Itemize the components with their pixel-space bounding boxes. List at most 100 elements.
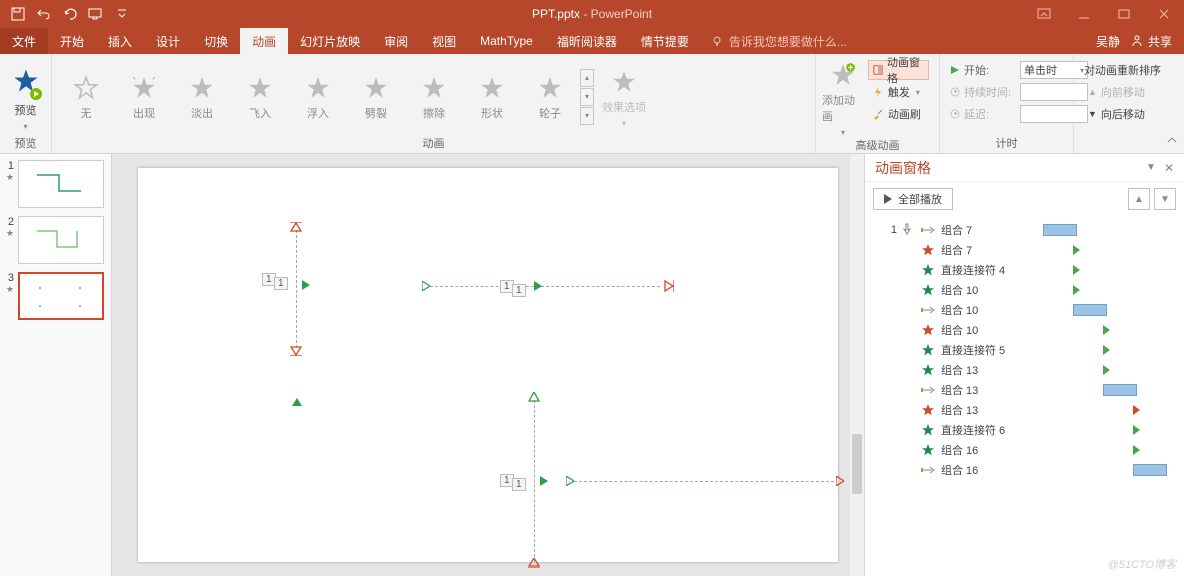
- thumb-canvas-1: [18, 160, 104, 208]
- animation-row[interactable]: 组合 7: [873, 240, 1176, 260]
- trigger-button[interactable]: 触发▾: [868, 82, 929, 102]
- move-up-button[interactable]: ▲: [1128, 188, 1150, 210]
- share-button[interactable]: 共享: [1130, 33, 1172, 50]
- tab-slideshow[interactable]: 幻灯片放映: [288, 28, 372, 54]
- animation-row[interactable]: 组合 10: [873, 280, 1176, 300]
- effect-options-button[interactable]: 效果选项 ▾: [596, 65, 652, 128]
- tab-design[interactable]: 设计: [144, 28, 192, 54]
- redo-button[interactable]: [58, 2, 82, 26]
- animation-pane-title: 动画窗格: [875, 158, 931, 178]
- undo-button[interactable]: [32, 2, 56, 26]
- move-earlier-button[interactable]: ▲向前移动: [1084, 82, 1161, 102]
- effect-name: 组合 16: [941, 442, 1031, 458]
- maximize-button[interactable]: [1104, 0, 1144, 28]
- anim-tag[interactable]: 1: [274, 277, 288, 290]
- timing-bar: [1043, 224, 1077, 236]
- vertical-scrollbar[interactable]: [850, 154, 864, 576]
- save-button[interactable]: [6, 2, 30, 26]
- effect-name: 组合 13: [941, 362, 1031, 378]
- anim-tag[interactable]: 1: [512, 284, 526, 297]
- scrollbar-thumb[interactable]: [852, 434, 862, 494]
- add-animation-button[interactable]: 添加动画 ▾: [822, 58, 864, 137]
- star-plus-icon: [830, 62, 856, 88]
- animation-row[interactable]: 组合 16: [873, 460, 1176, 480]
- slide-thumb-1[interactable]: 1★: [4, 160, 107, 208]
- tab-review[interactable]: 审阅: [372, 28, 420, 54]
- animation-pane: 动画窗格 ▼ ✕ 全部播放 ▲ ▼ 1组合 7组合 7直接连接符 4组合 10组…: [864, 154, 1184, 576]
- tabs-right: 吴静 共享: [1096, 28, 1184, 54]
- tab-insert[interactable]: 插入: [96, 28, 144, 54]
- ribbon: 预览 ▾ 预览 无 出现 淡出 飞入 浮入 劈裂 擦除 形状 轮子 ▴ ▾ ▾ …: [0, 54, 1184, 154]
- filename-text: PPT.pptx: [532, 7, 580, 21]
- animation-pane-button[interactable]: 动画窗格: [868, 60, 929, 80]
- qat-customize-icon[interactable]: [110, 2, 134, 26]
- animation-row[interactable]: 组合 10: [873, 300, 1176, 320]
- clock-icon: [950, 87, 960, 97]
- animation-row[interactable]: 组合 13: [873, 400, 1176, 420]
- anim-wheel[interactable]: 轮子: [522, 73, 578, 121]
- play-badge-icon: [30, 88, 42, 100]
- motion-path: [534, 400, 535, 562]
- tab-mathtype[interactable]: MathType: [468, 28, 545, 54]
- app-name-text: - PowerPoint: [583, 7, 652, 21]
- start-from-beginning-button[interactable]: [84, 2, 108, 26]
- animation-row[interactable]: 组合 16: [873, 440, 1176, 460]
- animation-row[interactable]: 直接连接符 4: [873, 260, 1176, 280]
- animation-row[interactable]: 组合 13: [873, 380, 1176, 400]
- gallery-down-button[interactable]: ▾: [580, 88, 594, 106]
- move-later-button[interactable]: ▼向后移动: [1084, 104, 1161, 124]
- tab-animations[interactable]: 动画: [240, 28, 288, 54]
- exit-star-icon: [921, 403, 935, 417]
- entrance-star-icon: [921, 263, 935, 277]
- tab-transitions[interactable]: 切换: [192, 28, 240, 54]
- tab-file[interactable]: 文件: [0, 28, 48, 54]
- tab-view[interactable]: 视图: [420, 28, 468, 54]
- anim-shape[interactable]: 形状: [464, 73, 520, 121]
- animation-pane-header: 动画窗格 ▼ ✕: [865, 154, 1184, 182]
- animation-row[interactable]: 直接连接符 5: [873, 340, 1176, 360]
- animation-row[interactable]: 组合 13: [873, 360, 1176, 380]
- anim-flyin[interactable]: 飞入: [232, 73, 288, 121]
- tell-me-placeholder: 告诉我您想要做什么...: [729, 33, 847, 50]
- slide-thumb-3[interactable]: 3★: [4, 272, 107, 320]
- effect-name: 组合 13: [941, 402, 1031, 418]
- close-button[interactable]: [1144, 0, 1184, 28]
- gallery-more-button[interactable]: ▾: [580, 107, 594, 125]
- timing-marker-icon: [1073, 285, 1080, 295]
- anim-fade[interactable]: 淡出: [174, 73, 230, 121]
- anim-wipe[interactable]: 擦除: [406, 73, 462, 121]
- tab-foxit[interactable]: 福昕阅读器: [545, 28, 629, 54]
- entrance-star-icon: [921, 363, 935, 377]
- entrance-star-icon: [921, 343, 935, 357]
- gallery-up-button[interactable]: ▴: [580, 69, 594, 87]
- effect-name: 直接连接符 6: [941, 422, 1031, 438]
- preview-button[interactable]: 预览 ▾: [6, 63, 45, 131]
- slide-editor[interactable]: 1 1 1 1 1 1: [112, 154, 864, 576]
- animation-row[interactable]: 直接连接符 6: [873, 420, 1176, 440]
- slide-canvas[interactable]: 1 1 1 1 1 1: [138, 168, 838, 562]
- quick-access-toolbar: [0, 2, 140, 26]
- minimize-button[interactable]: [1064, 0, 1104, 28]
- anim-floatin[interactable]: 浮入: [290, 73, 346, 121]
- user-name[interactable]: 吴静: [1096, 33, 1120, 50]
- tab-storyboard[interactable]: 情节提要: [629, 28, 701, 54]
- ribbon-display-options-button[interactable]: [1024, 0, 1064, 28]
- collapse-ribbon-button[interactable]: [1166, 134, 1178, 149]
- anim-appear[interactable]: 出现: [116, 73, 172, 121]
- animation-painter-button[interactable]: 动画刷: [868, 104, 929, 124]
- animation-row[interactable]: 1组合 7: [873, 220, 1176, 240]
- tell-me-search[interactable]: 告诉我您想要做什么...: [701, 28, 857, 54]
- play-all-button[interactable]: 全部播放: [873, 188, 953, 210]
- anim-none[interactable]: 无: [58, 73, 114, 121]
- tab-home[interactable]: 开始: [48, 28, 96, 54]
- play-marker-icon: [540, 476, 548, 486]
- anim-split[interactable]: 劈裂: [348, 73, 404, 121]
- animation-list[interactable]: 1组合 7组合 7直接连接符 4组合 10组合 10组合 10直接连接符 5组合…: [865, 216, 1184, 576]
- animation-row[interactable]: 组合 10: [873, 320, 1176, 340]
- pane-close-button[interactable]: ✕: [1164, 161, 1174, 175]
- anim-tag[interactable]: 1: [512, 478, 526, 491]
- motion-path-icon: [921, 305, 935, 315]
- move-down-button[interactable]: ▼: [1154, 188, 1176, 210]
- pane-options-button[interactable]: ▼: [1146, 162, 1156, 173]
- slide-thumb-2[interactable]: 2★: [4, 216, 107, 264]
